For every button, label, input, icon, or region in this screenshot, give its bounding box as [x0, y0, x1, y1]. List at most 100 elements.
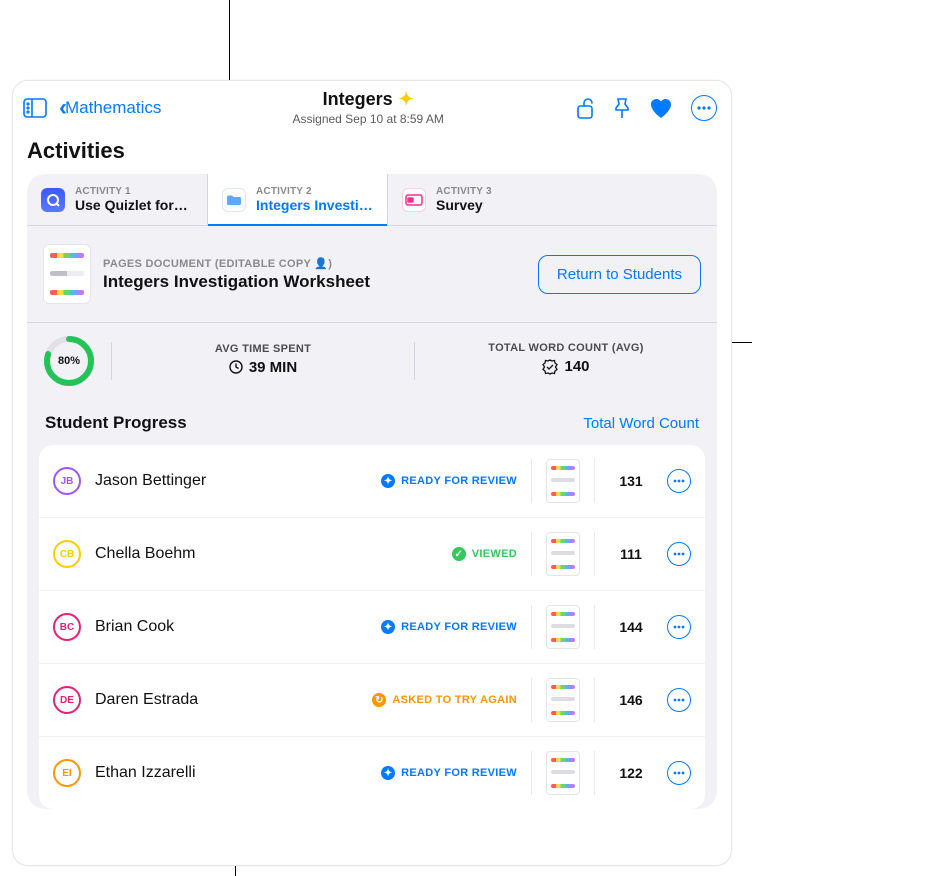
- avg-time-value: 39 MIN: [249, 359, 297, 376]
- more-button[interactable]: [691, 95, 717, 121]
- sort-by-link[interactable]: Total Word Count: [583, 415, 699, 432]
- student-name: Brian Cook: [95, 618, 367, 636]
- status-icon: ✦: [381, 766, 395, 780]
- student-word-count: 131: [609, 473, 653, 489]
- student-status: ✓VIEWED: [452, 547, 517, 561]
- student-status: ✦ READY FOR REVIEW: [381, 474, 517, 488]
- heart-icon[interactable]: [649, 97, 673, 119]
- activity-tab-eyebrow: ACTIVITY 3: [436, 186, 492, 197]
- student-avatar: DE: [53, 686, 81, 714]
- document-thumbnail[interactable]: [43, 244, 91, 304]
- student-avatar: CB: [53, 540, 81, 568]
- sidebar-toggle-icon[interactable]: [23, 98, 47, 118]
- status-label: READY FOR REVIEW: [401, 475, 517, 487]
- divider: [531, 532, 532, 576]
- survey-icon: [402, 188, 426, 212]
- activity-tab-label: Integers Investi…: [256, 197, 373, 213]
- completion-ring: 80%: [43, 335, 95, 387]
- row-more-button[interactable]: [667, 761, 691, 785]
- status-label: READY FOR REVIEW: [401, 621, 517, 633]
- student-name: Ethan Izzarelli: [95, 764, 367, 782]
- divider: [531, 678, 532, 722]
- divider: [594, 751, 595, 795]
- completion-percentage: 80%: [43, 335, 95, 387]
- student-progress-heading: Student Progress: [45, 413, 187, 433]
- submission-thumbnail[interactable]: [546, 532, 580, 576]
- divider: [531, 605, 532, 649]
- return-to-students-button[interactable]: Return to Students: [538, 255, 701, 294]
- sparkle-icon: ✦: [399, 89, 414, 110]
- student-row[interactable]: EI Ethan Izzarelli ✦ READY FOR REVIEW 122: [39, 737, 705, 809]
- student-row[interactable]: JB Jason Bettinger ✦ READY FOR REVIEW 131: [39, 445, 705, 518]
- row-more-button[interactable]: [667, 615, 691, 639]
- activities-heading: Activities: [13, 130, 731, 174]
- student-word-count: 122: [609, 765, 653, 781]
- divider: [594, 605, 595, 649]
- activity-tab-label: Use Quizlet for…: [75, 197, 188, 213]
- student-name: Chella Boehm: [95, 545, 438, 563]
- document-title: Integers Investigation Worksheet: [103, 272, 370, 292]
- status-label: VIEWED: [472, 548, 517, 560]
- row-more-button[interactable]: [667, 542, 691, 566]
- submission-thumbnail[interactable]: [546, 678, 580, 722]
- divider: [594, 532, 595, 576]
- student-row[interactable]: BC Brian Cook ✦READY FOR REVIEW 144: [39, 591, 705, 664]
- activity-tab[interactable]: ACTIVITY 2Integers Investi…: [207, 174, 387, 225]
- student-name: Daren Estrada: [95, 691, 358, 709]
- page-title: Integers ✦: [161, 89, 575, 110]
- status-icon: ↻: [372, 693, 386, 707]
- page-subtitle: Assigned Sep 10 at 8:59 AM: [161, 112, 575, 126]
- submission-thumbnail[interactable]: [546, 605, 580, 649]
- activity-tab[interactable]: ACTIVITY 3Survey: [387, 174, 567, 225]
- document-type-label: PAGES DOCUMENT (EDITABLE COPY 👤): [103, 257, 370, 270]
- pin-icon[interactable]: [613, 97, 631, 119]
- student-status: ✦ READY FOR REVIEW: [381, 766, 517, 780]
- divider: [414, 342, 415, 380]
- student-avatar: BC: [53, 613, 81, 641]
- row-more-button[interactable]: [667, 469, 691, 493]
- back-label: Mathematics: [65, 98, 161, 118]
- lock-open-icon[interactable]: [575, 97, 595, 119]
- status-label: ASKED TO TRY AGAIN: [392, 694, 517, 706]
- page-title-text: Integers: [323, 89, 393, 110]
- document-row: PAGES DOCUMENT (EDITABLE COPY 👤) Integer…: [27, 226, 717, 323]
- student-status: ↻ ASKED TO TRY AGAIN: [372, 693, 517, 707]
- activity-tab-eyebrow: ACTIVITY 1: [75, 186, 188, 197]
- stats-row: 80% AVG TIME SPENT 39 MIN TOTAL WORD COU…: [27, 323, 717, 403]
- folder-icon: [222, 188, 246, 212]
- divider: [531, 459, 532, 503]
- activity-tab-eyebrow: ACTIVITY 2: [256, 186, 373, 197]
- divider: [111, 342, 112, 380]
- row-more-button[interactable]: [667, 688, 691, 712]
- divider: [594, 459, 595, 503]
- activity-tab[interactable]: ACTIVITY 1Use Quizlet for…: [27, 174, 207, 225]
- student-list: JBJason Bettinger✦READY FOR REVIEW131CBC…: [39, 445, 705, 809]
- student-row[interactable]: DE Daren Estrada ↻ ASKED TO TRY AGAIN 146: [39, 664, 705, 737]
- student-row[interactable]: CB Chella Boehm ✓VIEWED 111: [39, 518, 705, 591]
- quizlet-icon: [41, 188, 65, 212]
- clock-icon: [229, 360, 243, 374]
- app-window: ‹ Mathematics Integers ✦ Assigned Sep 10…: [12, 80, 732, 866]
- student-status: ✦READY FOR REVIEW: [381, 620, 517, 634]
- activities-panel: ACTIVITY 1Use Quizlet for…ACTIVITY 2Inte…: [27, 174, 717, 809]
- divider: [594, 678, 595, 722]
- student-avatar: JB: [53, 467, 81, 495]
- submission-thumbnail[interactable]: [546, 751, 580, 795]
- student-word-count: 111: [609, 546, 653, 562]
- student-word-count: 144: [609, 619, 653, 635]
- seal-icon: [542, 359, 558, 375]
- word-count-label: TOTAL WORD COUNT (AVG): [431, 342, 701, 354]
- title-bar: ‹ Mathematics Integers ✦ Assigned Sep 10…: [13, 81, 731, 130]
- word-count-value: 140: [564, 358, 589, 375]
- back-button[interactable]: ‹ Mathematics: [59, 94, 161, 122]
- status-icon: ✦: [381, 474, 395, 488]
- activity-tabs: ACTIVITY 1Use Quizlet for…ACTIVITY 2Inte…: [27, 174, 717, 226]
- avg-time-label: AVG TIME SPENT: [128, 343, 398, 355]
- status-label: READY FOR REVIEW: [401, 767, 517, 779]
- student-word-count: 146: [609, 692, 653, 708]
- submission-thumbnail[interactable]: [546, 459, 580, 503]
- activity-tab-label: Survey: [436, 197, 492, 213]
- divider: [531, 751, 532, 795]
- student-avatar: EI: [53, 759, 81, 787]
- student-name: Jason Bettinger: [95, 472, 367, 490]
